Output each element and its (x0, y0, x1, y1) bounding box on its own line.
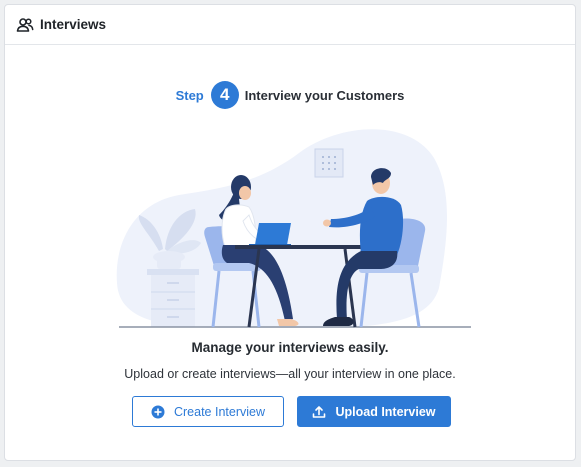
upload-icon (312, 405, 326, 419)
empty-state-description: Upload or create interviews—all your int… (124, 367, 456, 381)
interviews-card: Interviews Step 4 Interview your Custome… (4, 4, 576, 461)
wall-frame (314, 148, 344, 178)
create-interview-label: Create Interview (173, 404, 265, 419)
step-title: Interview your Customers (244, 87, 405, 103)
empty-state-headline: Manage your interviews easily. (191, 340, 389, 355)
card-header: Interviews (5, 5, 575, 45)
cabinet (147, 269, 199, 327)
step-indicator: Step 4 Interview your Customers (5, 81, 575, 109)
users-icon (16, 16, 34, 34)
create-interview-button[interactable]: Create Interview (132, 396, 284, 427)
plus-circle-icon (151, 405, 165, 419)
interview-illustration (116, 129, 471, 328)
step-label: Step (175, 87, 204, 103)
step-number-badge: 4 (210, 81, 239, 109)
upload-interview-button[interactable]: Upload Interview (297, 396, 451, 427)
page-title: Interviews (40, 17, 107, 32)
upload-interview-label: Upload Interview (335, 404, 436, 419)
